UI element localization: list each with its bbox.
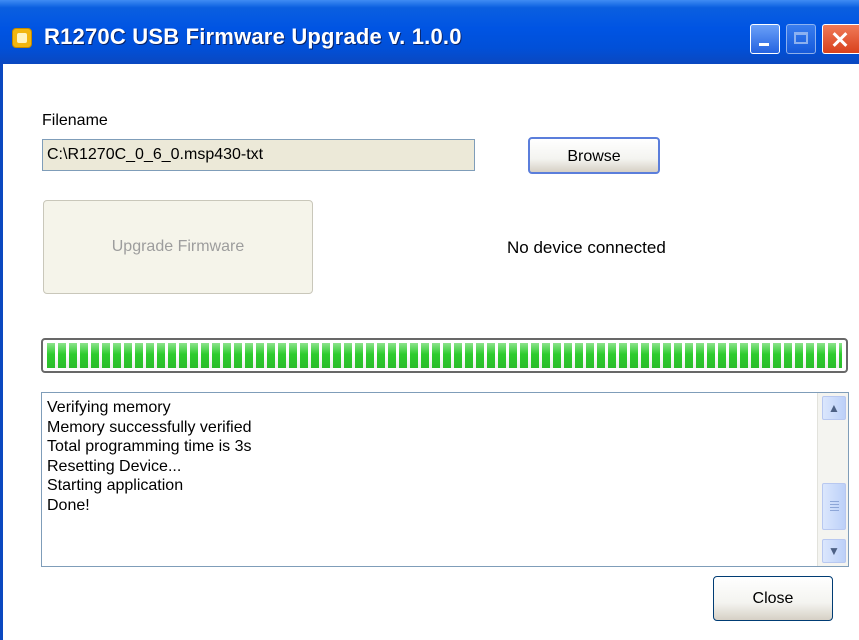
log-line: Memory successfully verified [47,418,252,436]
scroll-up-button[interactable]: ▲ [822,396,846,420]
upgrade-firmware-button[interactable]: Upgrade Firmware [43,200,313,294]
close-button[interactable]: Close [713,576,833,621]
progress-fill [47,343,842,368]
title-close-button[interactable] [822,24,859,54]
minimize-button[interactable] [750,24,780,54]
window-title: R1270C USB Firmware Upgrade v. 1.0.0 [44,24,462,49]
log-line: Total programming time is 3s [47,438,252,455]
log-line: Starting application [47,477,184,494]
log-output[interactable]: Verifying memory Memory successfully veri… [41,392,849,567]
scroll-down-button[interactable]: ▼ [822,539,846,563]
log-line: Resetting Device... [47,457,182,475]
title-bar[interactable]: R1270C USB Firmware Upgrade v. 1.0.0 [0,0,859,64]
firmware-upgrade-window: R1270C USB Firmware Upgrade v. 1.0.0 Fil… [0,0,859,640]
filename-field[interactable]: C:\R1270C_0_6_0.msp430-txt [42,139,475,171]
progress-track [47,343,842,368]
log-line: Verifying memory [47,399,171,416]
maximize-button[interactable] [786,24,816,54]
filename-label: Filename [42,112,108,129]
device-status-text: No device connected [507,238,666,257]
grip-icon [830,501,839,511]
chevron-up-icon: ▲ [828,401,840,415]
app-icon [12,28,32,48]
log-scrollbar[interactable]: ▲ ▼ [817,393,848,566]
window-border [0,64,3,640]
scroll-thumb[interactable] [822,483,846,530]
log-lines: Verifying memory Memory successfully veri… [47,398,252,515]
log-line: Done! [47,496,90,514]
progress-bar [41,338,848,373]
chevron-down-icon: ▼ [828,544,840,558]
browse-button[interactable]: Browse [528,137,660,174]
